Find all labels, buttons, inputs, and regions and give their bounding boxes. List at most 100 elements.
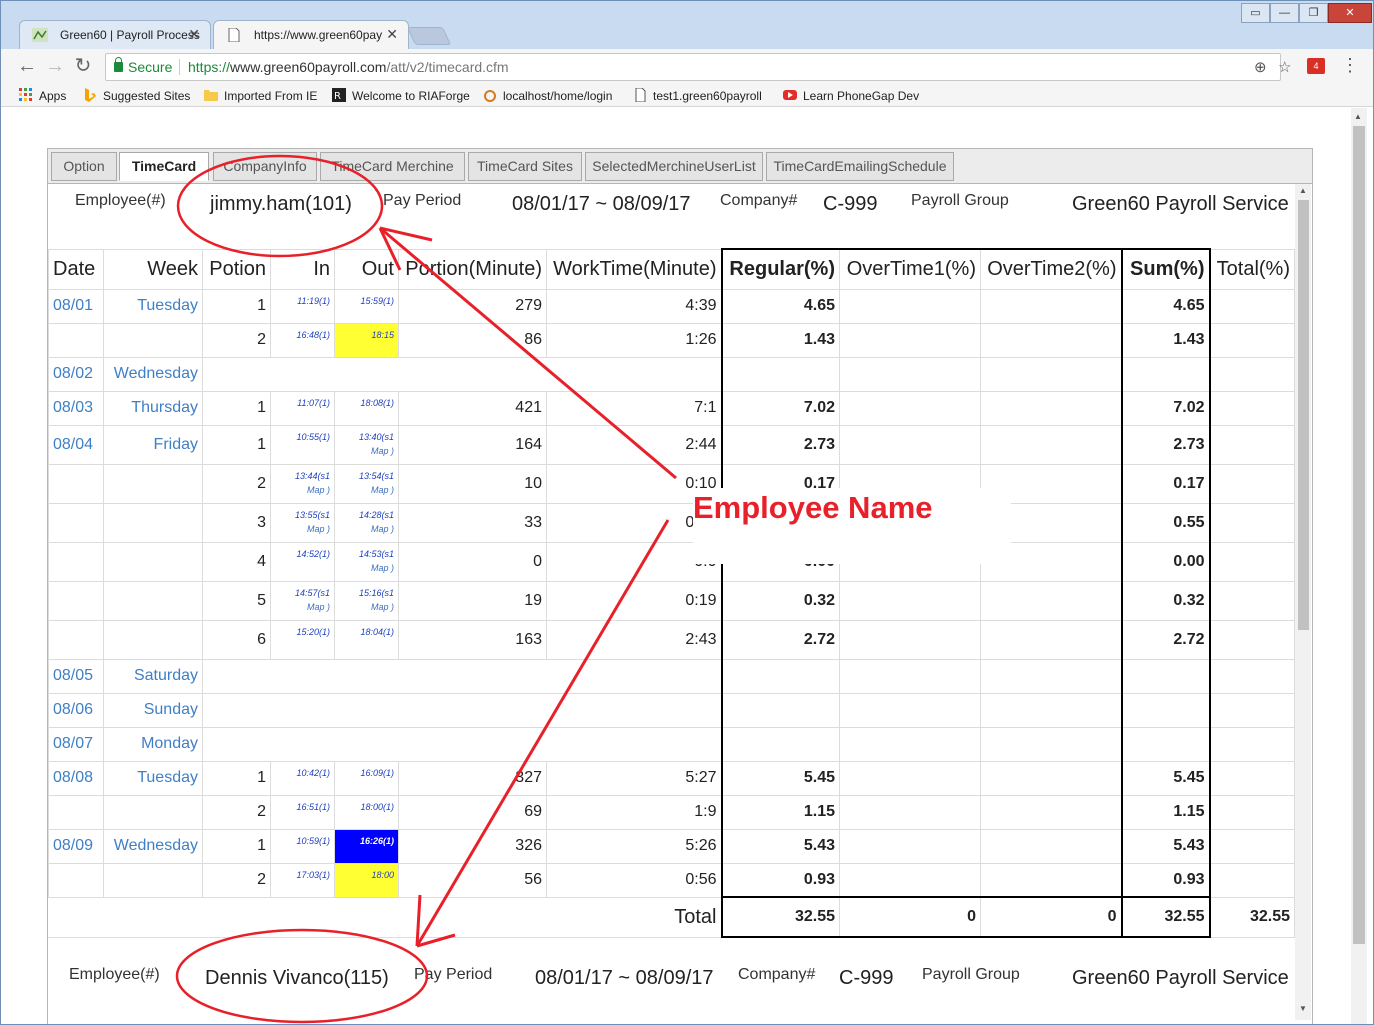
in-time-cell[interactable]: 14:52(1) — [270, 541, 335, 582]
date-cell[interactable]: 08/01 — [48, 288, 104, 324]
in-time-cell[interactable]: 10:59(1) — [270, 828, 335, 864]
out-time-cell[interactable]: 16:09(1) — [334, 760, 399, 796]
in-time[interactable]: 15:20(1) — [296, 627, 330, 637]
out-time[interactable]: 14:53(s1 — [359, 549, 394, 559]
user-icon[interactable]: ▭ — [1241, 3, 1270, 23]
out-time[interactable]: 13:40(s1 — [359, 432, 394, 442]
bookmark-star-icon[interactable]: ☆ — [1278, 58, 1291, 76]
tab-close-icon[interactable]: ✕ — [188, 26, 200, 43]
out-time[interactable]: 16:26(1) — [360, 836, 394, 846]
tab-timecard-sites[interactable]: TimeCard Sites — [468, 152, 582, 181]
close-window-icon[interactable]: ✕ — [1328, 3, 1372, 23]
tab-option[interactable]: Option — [51, 152, 117, 181]
out-time-cell[interactable]: 16:26(1) — [334, 828, 399, 864]
in-time[interactable]: 10:59(1) — [296, 836, 330, 846]
forward-arrow-icon[interactable]: → — [43, 55, 67, 79]
scroll-down-icon[interactable]: ▼ — [1299, 1004, 1307, 1013]
in-time-cell[interactable]: 10:55(1) — [270, 424, 335, 465]
map-link[interactable]: Map ) — [339, 561, 394, 575]
out-time-cell[interactable]: 14:28(s1 Map ) — [334, 502, 399, 543]
zoom-icon[interactable]: ⊕ — [1254, 58, 1267, 76]
week-cell[interactable]: Thursday — [103, 390, 203, 426]
map-link[interactable]: Map ) — [275, 522, 330, 536]
tab-timecard-emailing-schedule[interactable]: TimeCardEmailingSchedule — [766, 152, 954, 181]
in-time-cell[interactable]: 11:19(1) — [270, 288, 335, 324]
out-time-cell[interactable]: 13:40(s1 Map ) — [334, 424, 399, 465]
in-time[interactable]: 10:42(1) — [296, 768, 330, 778]
in-time[interactable]: 13:55(s1 — [295, 510, 330, 520]
out-time-cell[interactable]: 18:00 — [334, 862, 399, 898]
in-time-cell[interactable]: 17:03(1) — [270, 862, 335, 898]
out-time[interactable]: 18:00 — [371, 870, 394, 880]
bookmark-suggested-sites[interactable]: Suggested Sites — [83, 88, 190, 103]
out-time[interactable]: 14:28(s1 — [359, 510, 394, 520]
out-time-cell[interactable]: 13:54(s1 Map ) — [334, 463, 399, 504]
browser-tab-timecard[interactable]: https://www.green60pay ✕ — [213, 20, 409, 49]
in-time[interactable]: 10:55(1) — [296, 432, 330, 442]
week-cell[interactable]: Wednesday — [103, 828, 203, 864]
reload-icon[interactable]: ↻ — [71, 55, 95, 79]
out-time-cell[interactable]: 15:59(1) — [334, 288, 399, 324]
back-arrow-icon[interactable]: ← — [15, 55, 39, 79]
out-time[interactable]: 18:15 — [371, 330, 394, 340]
in-time[interactable]: 11:19(1) — [297, 296, 330, 306]
map-link[interactable]: Map ) — [275, 483, 330, 497]
week-cell[interactable]: Saturday — [103, 658, 203, 694]
out-time[interactable]: 15:59(1) — [360, 296, 394, 306]
scroll-up-icon[interactable]: ▲ — [1299, 186, 1307, 195]
minimize-icon[interactable]: — — [1270, 3, 1299, 23]
in-time-cell[interactable]: 13:55(s1 Map ) — [270, 502, 335, 543]
out-time[interactable]: 18:00(1) — [360, 802, 394, 812]
scroll-up-icon[interactable]: ▲ — [1354, 112, 1362, 121]
week-cell[interactable]: Tuesday — [103, 760, 203, 796]
date-cell[interactable]: 08/03 — [48, 390, 104, 426]
out-time-cell[interactable]: 14:53(s1 Map ) — [334, 541, 399, 582]
out-time[interactable]: 16:09(1) — [360, 768, 394, 778]
map-link[interactable]: Map ) — [275, 600, 330, 614]
bookmark-imported-from-ie[interactable]: Imported From IE — [204, 88, 317, 103]
tab-companyinfo[interactable]: CompanyInfo — [213, 152, 317, 181]
in-time[interactable]: 14:57(s1 — [295, 588, 330, 598]
in-time-cell[interactable]: 13:44(s1 Map ) — [270, 463, 335, 504]
date-cell[interactable]: 08/04 — [48, 424, 104, 465]
bookmark-apps[interactable]: Apps — [19, 88, 66, 103]
extension-icon[interactable]: 4 — [1307, 58, 1325, 74]
tab-close-icon[interactable]: ✕ — [386, 26, 398, 43]
week-cell[interactable]: Tuesday — [103, 288, 203, 324]
out-time[interactable]: 18:08(1) — [360, 398, 394, 408]
out-time-cell[interactable]: 18:08(1) — [334, 390, 399, 426]
in-time-cell[interactable]: 15:20(1) — [270, 619, 335, 660]
out-time[interactable]: 13:54(s1 — [359, 471, 394, 481]
content-scrollbar[interactable]: ▲ ▼ — [1295, 184, 1311, 1020]
week-cell[interactable]: Sunday — [103, 692, 203, 728]
bookmark-test1[interactable]: test1.green60payroll — [633, 88, 762, 103]
map-link[interactable]: Map ) — [339, 444, 394, 458]
out-time-cell[interactable]: 15:16(s1 Map ) — [334, 580, 399, 621]
week-cell[interactable]: Monday — [103, 726, 203, 762]
address-bar[interactable]: Secure https://www.green60payroll.com/at… — [105, 53, 1291, 81]
in-time[interactable]: 13:44(s1 — [295, 471, 330, 481]
in-time-cell[interactable]: 10:42(1) — [270, 760, 335, 796]
in-time[interactable]: 16:48(1) — [296, 330, 330, 340]
date-cell[interactable]: 08/02 — [48, 356, 104, 392]
out-time-cell[interactable]: 18:15 — [334, 322, 399, 358]
date-cell[interactable]: 08/06 — [48, 692, 104, 728]
scroll-thumb[interactable] — [1353, 126, 1365, 944]
in-time-cell[interactable]: 14:57(s1 Map ) — [270, 580, 335, 621]
page-scrollbar[interactable]: ▲ — [1351, 108, 1367, 1024]
map-link[interactable]: Map ) — [339, 600, 394, 614]
out-time[interactable]: 18:04(1) — [360, 627, 394, 637]
map-link[interactable]: Map ) — [339, 522, 394, 536]
in-time[interactable]: 16:51(1) — [296, 802, 330, 812]
in-time[interactable]: 11:07(1) — [297, 398, 330, 408]
tab-selected-merchine-user-list[interactable]: SelectedMerchineUserList — [585, 152, 763, 181]
week-cell[interactable]: Friday — [103, 424, 203, 465]
browser-tab-payroll[interactable]: Green60 | Payroll Process ✕ — [19, 20, 211, 49]
in-time-cell[interactable]: 11:07(1) — [270, 390, 335, 426]
bookmark-phonegap[interactable]: Learn PhoneGap Dev — [783, 88, 919, 103]
out-time-cell[interactable]: 18:04(1) — [334, 619, 399, 660]
new-tab-button[interactable] — [406, 27, 452, 45]
date-cell[interactable]: 08/07 — [48, 726, 104, 762]
tab-timecard-merchine[interactable]: TimeCard Merchine — [320, 152, 465, 181]
out-time[interactable]: 15:16(s1 — [359, 588, 394, 598]
